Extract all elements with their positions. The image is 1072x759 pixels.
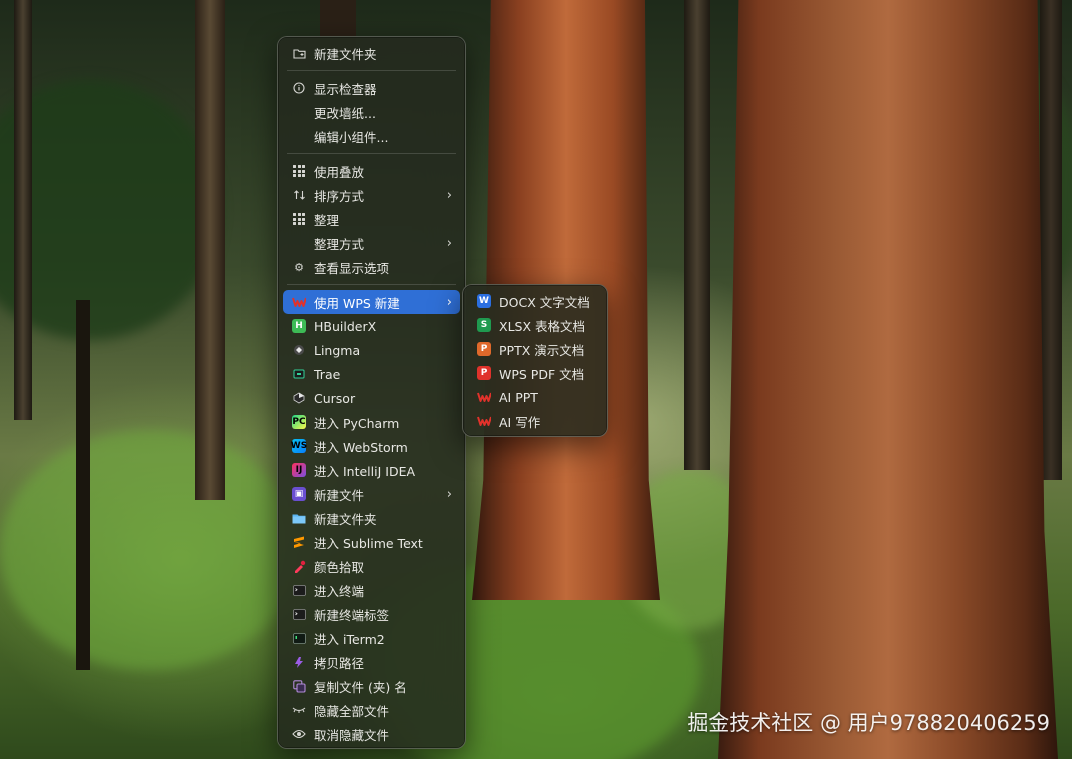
menu-item-show-inspector[interactable]: 显示检查器 — [283, 76, 460, 100]
menu-item-new-terminal-tab[interactable]: 新建终端标签 — [283, 602, 460, 626]
menu-item-color-picker[interactable]: 颜色拾取 — [283, 554, 460, 578]
menu-item-copy-path[interactable]: 拷贝路径 — [283, 650, 460, 674]
menu-item-wps-new[interactable]: 使用 WPS 新建 › — [283, 290, 460, 314]
terminal-tab-icon — [292, 607, 306, 621]
chevron-right-icon: › — [446, 235, 452, 251]
chevron-right-icon: › — [446, 187, 452, 203]
sublime-icon — [292, 535, 306, 549]
submenu-item-pptx[interactable]: P PPTX 演示文档 — [468, 337, 602, 361]
menu-item-view-options[interactable]: ⚙ 查看显示选项 — [283, 255, 460, 279]
intellij-icon: IJ — [292, 463, 306, 477]
chevron-right-icon: › — [446, 294, 452, 310]
submenu-item-ai-writing[interactable]: AI 写作 — [468, 409, 602, 433]
menu-item-sublime[interactable]: 进入 Sublime Text — [283, 530, 460, 554]
eye-icon — [292, 727, 306, 741]
submenu-item-docx[interactable]: W DOCX 文字文档 — [468, 289, 602, 313]
menu-item-clean-up[interactable]: 整理 — [283, 207, 460, 231]
wps-ai-icon — [477, 390, 491, 404]
gear-icon: ⚙ — [294, 260, 304, 274]
menu-item-unhide-files[interactable]: 取消隐藏文件 — [283, 722, 460, 746]
menu-separator — [287, 284, 456, 285]
menu-item-new-folder-2[interactable]: 新建文件夹 — [283, 506, 460, 530]
wps-docx-icon: W — [477, 294, 491, 308]
terminal-icon — [292, 583, 306, 597]
copy-path-icon — [292, 655, 306, 669]
iterm2-icon — [292, 631, 306, 645]
menu-item-iterm2[interactable]: 进入 iTerm2 — [283, 626, 460, 650]
menu-item-trae[interactable]: Trae — [283, 362, 460, 386]
menu-item-intellij[interactable]: IJ 进入 IntelliJ IDEA — [283, 458, 460, 482]
menu-item-clean-up-by[interactable]: 整理方式 › — [283, 231, 460, 255]
wps-xlsx-icon: S — [477, 318, 491, 332]
wps-submenu: W DOCX 文字文档 S XLSX 表格文档 P PPTX 演示文档 P WP… — [462, 284, 608, 437]
submenu-item-xlsx[interactable]: S XLSX 表格文档 — [468, 313, 602, 337]
menu-item-hbuilderx[interactable]: H HBuilderX — [283, 314, 460, 338]
hide-eye-icon — [292, 703, 306, 717]
menu-item-pycharm[interactable]: PC 进入 PyCharm — [283, 410, 460, 434]
wps-ai-icon — [477, 414, 491, 428]
menu-item-copy-name[interactable]: 复制文件 (夹) 名 — [283, 674, 460, 698]
submenu-item-ai-ppt[interactable]: AI PPT — [468, 385, 602, 409]
wps-pdf-icon: P — [477, 366, 491, 380]
menu-item-new-folder[interactable]: 新建文件夹 — [283, 41, 460, 65]
menu-separator — [287, 70, 456, 71]
info-icon — [292, 81, 306, 95]
pycharm-icon: PC — [292, 415, 306, 429]
menu-item-open-terminal[interactable]: 进入终端 — [283, 578, 460, 602]
menu-item-cursor[interactable]: Cursor — [283, 386, 460, 410]
hbuilderx-icon: H — [292, 319, 306, 333]
menu-item-lingma[interactable]: Lingma — [283, 338, 460, 362]
menu-item-webstorm[interactable]: WS 进入 WebStorm — [283, 434, 460, 458]
cursor-app-icon — [292, 391, 306, 405]
chevron-right-icon: › — [446, 486, 452, 502]
wps-icon — [292, 295, 306, 309]
menu-item-edit-widgets[interactable]: 编辑小组件... — [283, 124, 460, 148]
wps-pptx-icon: P — [477, 342, 491, 356]
folder-icon — [292, 511, 306, 525]
menu-item-change-wallpaper[interactable]: 更改墙纸... — [283, 100, 460, 124]
menu-item-hide-files[interactable]: 隐藏全部文件 — [283, 698, 460, 722]
menu-item-new-file[interactable]: ▣ 新建文件 › — [283, 482, 460, 506]
copy-name-icon — [292, 679, 306, 693]
webstorm-icon: WS — [291, 439, 307, 453]
desktop-context-menu: 新建文件夹 显示检查器 更改墙纸... 编辑小组件... 使用叠放 排序方式 ›… — [277, 36, 466, 749]
menu-item-use-stacks[interactable]: 使用叠放 — [283, 159, 460, 183]
sort-arrows-icon — [292, 188, 306, 202]
grid-icon — [292, 212, 306, 226]
lingma-icon — [292, 343, 306, 357]
folder-plus-icon — [292, 46, 306, 60]
menu-item-sort-by[interactable]: 排序方式 › — [283, 183, 460, 207]
submenu-item-pdf[interactable]: P WPS PDF 文档 — [468, 361, 602, 385]
color-picker-icon — [292, 559, 306, 573]
trae-icon — [292, 367, 306, 381]
new-file-icon: ▣ — [292, 487, 306, 501]
stack-grid-icon — [292, 164, 306, 178]
menu-separator — [287, 153, 456, 154]
watermark-text: 掘金技术社区 @ 用户978820406259 — [687, 711, 1050, 735]
